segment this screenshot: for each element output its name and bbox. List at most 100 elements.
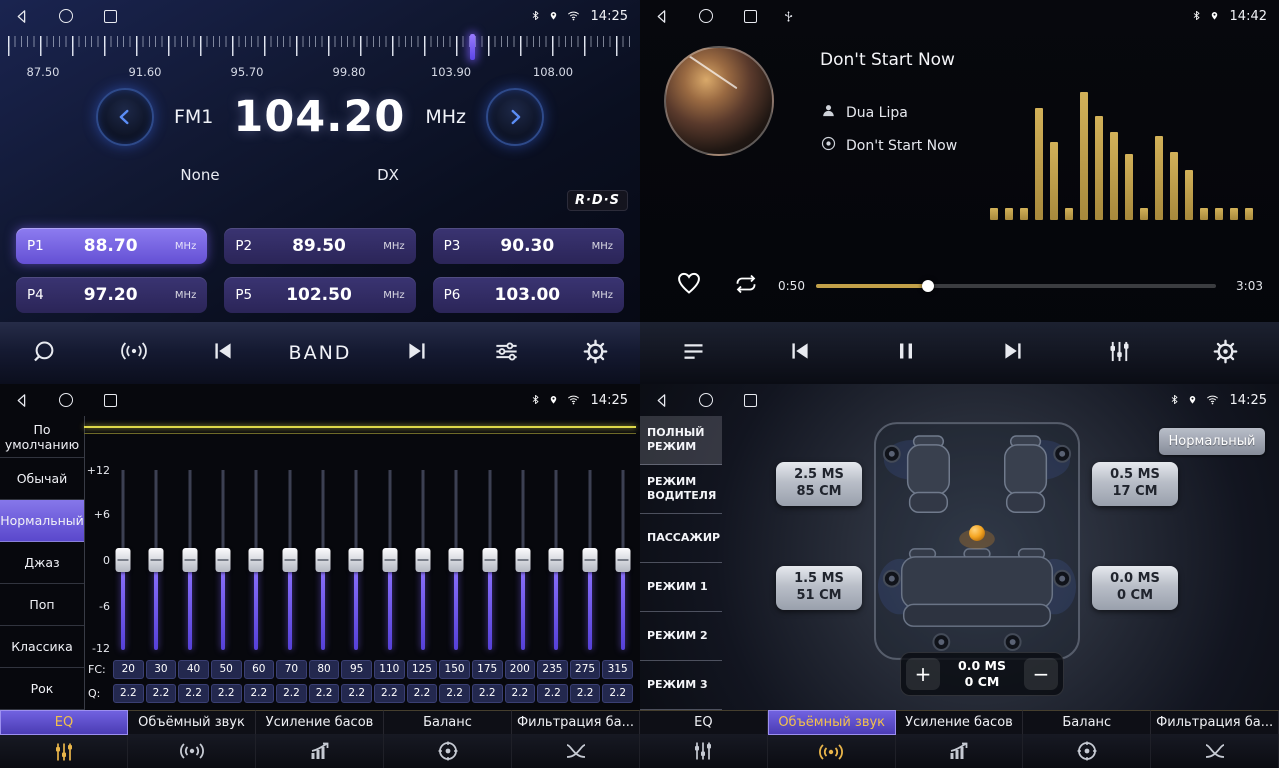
- progress-bar[interactable]: [816, 284, 1216, 288]
- rear-left-delay-button[interactable]: 1.5 MS 51 CM: [776, 566, 862, 610]
- fc-value-chip[interactable]: 315: [602, 660, 633, 679]
- eq-band-slider[interactable]: [147, 470, 165, 650]
- band-button[interactable]: BAND: [289, 329, 352, 377]
- eq-band-slider[interactable]: [614, 470, 632, 650]
- tuning-indicator[interactable]: [470, 34, 475, 60]
- eq-band-slider[interactable]: [281, 470, 299, 650]
- q-value-chip[interactable]: 2.2: [211, 684, 242, 703]
- next-station-button[interactable]: [393, 329, 441, 377]
- settings-button[interactable]: [571, 329, 619, 377]
- frequency-scale[interactable]: 87.50 91.60 95.70 99.80 103.90 108.00: [8, 34, 632, 82]
- tab-balance[interactable]: Баланс: [384, 710, 512, 768]
- recents-button[interactable]: [740, 6, 760, 26]
- eq-slider-knob[interactable]: [582, 548, 597, 572]
- mode-item-2[interactable]: РЕЖИМ 2: [640, 612, 722, 661]
- eq-preset-default[interactable]: По умолчанию: [0, 416, 84, 458]
- eq-slider-knob[interactable]: [116, 548, 131, 572]
- decrease-delay-button[interactable]: −: [1024, 658, 1058, 690]
- eq-band-slider[interactable]: [547, 470, 565, 650]
- recents-button[interactable]: [740, 390, 760, 410]
- front-left-delay-button[interactable]: 2.5 MS 85 CM: [776, 462, 862, 506]
- eq-slider-knob[interactable]: [482, 548, 497, 572]
- preset-button-p6[interactable]: P6 103.00 MHz: [433, 277, 624, 313]
- back-button[interactable]: [12, 6, 32, 26]
- previous-station-button[interactable]: [199, 329, 247, 377]
- preset-button-p5[interactable]: P5 102.50 MHz: [224, 277, 415, 313]
- tune-up-button[interactable]: [486, 88, 544, 146]
- eq-slider-knob[interactable]: [215, 548, 230, 572]
- eq-band-slider[interactable]: [181, 470, 199, 650]
- recents-button[interactable]: [100, 390, 120, 410]
- preset-button-p1[interactable]: P1 88.70 MHz: [16, 228, 207, 264]
- tab-bass-boost[interactable]: Усиление басов: [256, 710, 384, 768]
- eq-band-slider[interactable]: [447, 470, 465, 650]
- eq-slider-knob[interactable]: [149, 548, 164, 572]
- tab-filter[interactable]: Фильтрация ба...: [512, 710, 640, 768]
- fc-value-chip[interactable]: 50: [211, 660, 242, 679]
- fc-value-chip[interactable]: 150: [439, 660, 470, 679]
- settings-button[interactable]: [1202, 329, 1250, 377]
- repeat-button[interactable]: [732, 272, 760, 300]
- eq-preset-classic[interactable]: Классика: [0, 626, 84, 668]
- fc-value-chip[interactable]: 175: [472, 660, 503, 679]
- eq-preset-rock[interactable]: Рок: [0, 668, 84, 710]
- eq-slider-knob[interactable]: [515, 548, 530, 572]
- fc-value-chip[interactable]: 20: [113, 660, 144, 679]
- mode-item-1[interactable]: РЕЖИМ 1: [640, 563, 722, 612]
- q-value-chip[interactable]: 2.2: [276, 684, 307, 703]
- q-value-chip[interactable]: 2.2: [244, 684, 275, 703]
- tab-bass-boost[interactable]: Усиление басов: [896, 710, 1024, 768]
- eq-band-slider[interactable]: [514, 470, 532, 650]
- eq-preset-pop[interactable]: Поп: [0, 584, 84, 626]
- q-value-chip[interactable]: 2.2: [407, 684, 438, 703]
- fc-value-chip[interactable]: 95: [341, 660, 372, 679]
- fc-value-chip[interactable]: 40: [178, 660, 209, 679]
- eq-preset-custom[interactable]: Обычай: [0, 458, 84, 500]
- q-value-chip[interactable]: 2.2: [439, 684, 470, 703]
- tab-eq[interactable]: EQ: [0, 710, 128, 768]
- mode-item-driver[interactable]: РЕЖИМ ВОДИТЕЛЯ: [640, 465, 722, 514]
- q-value-chip[interactable]: 2.2: [146, 684, 177, 703]
- eq-band-slider[interactable]: [481, 470, 499, 650]
- tab-surround[interactable]: Объёмный звук: [128, 710, 256, 768]
- q-value-chip[interactable]: 2.2: [505, 684, 536, 703]
- progress-knob[interactable]: [922, 280, 934, 292]
- eq-preset-jazz[interactable]: Джаз: [0, 542, 84, 584]
- eq-slider-knob[interactable]: [549, 548, 564, 572]
- eq-band-slider[interactable]: [414, 470, 432, 650]
- next-track-button[interactable]: [989, 329, 1037, 377]
- q-value-chip[interactable]: 2.2: [570, 684, 601, 703]
- eq-slider-knob[interactable]: [349, 548, 364, 572]
- pause-button[interactable]: [882, 329, 930, 377]
- eq-band-slider[interactable]: [381, 470, 399, 650]
- tab-eq[interactable]: EQ: [640, 710, 768, 768]
- home-button[interactable]: [696, 6, 716, 26]
- eq-band-slider[interactable]: [314, 470, 332, 650]
- eq-band-slider[interactable]: [214, 470, 232, 650]
- preset-button-p2[interactable]: P2 89.50 MHz: [224, 228, 415, 264]
- fc-value-chip[interactable]: 70: [276, 660, 307, 679]
- eq-band-slider[interactable]: [347, 470, 365, 650]
- recents-button[interactable]: [100, 6, 120, 26]
- equalizer-button[interactable]: [1095, 329, 1143, 377]
- tab-filter[interactable]: Фильтрация ба...: [1151, 710, 1279, 768]
- mode-item-passenger[interactable]: ПАССАЖИР: [640, 514, 722, 563]
- eq-slider-knob[interactable]: [382, 548, 397, 572]
- home-button[interactable]: [56, 6, 76, 26]
- fc-value-chip[interactable]: 80: [309, 660, 340, 679]
- fc-value-chip[interactable]: 60: [244, 660, 275, 679]
- broadcast-button[interactable]: [110, 329, 158, 377]
- q-value-chip[interactable]: 2.2: [537, 684, 568, 703]
- fc-value-chip[interactable]: 110: [374, 660, 405, 679]
- eq-slider-knob[interactable]: [249, 548, 264, 572]
- preset-button-p3[interactable]: P3 90.30 MHz: [433, 228, 624, 264]
- tab-balance[interactable]: Баланс: [1023, 710, 1151, 768]
- back-button[interactable]: [652, 6, 672, 26]
- eq-slider-knob[interactable]: [415, 548, 430, 572]
- eq-slider-knob[interactable]: [449, 548, 464, 572]
- eq-band-slider[interactable]: [581, 470, 599, 650]
- eq-slider-knob[interactable]: [282, 548, 297, 572]
- q-value-chip[interactable]: 2.2: [602, 684, 633, 703]
- preset-button-p4[interactable]: P4 97.20 MHz: [16, 277, 207, 313]
- tab-surround[interactable]: Объёмный звук: [768, 710, 896, 768]
